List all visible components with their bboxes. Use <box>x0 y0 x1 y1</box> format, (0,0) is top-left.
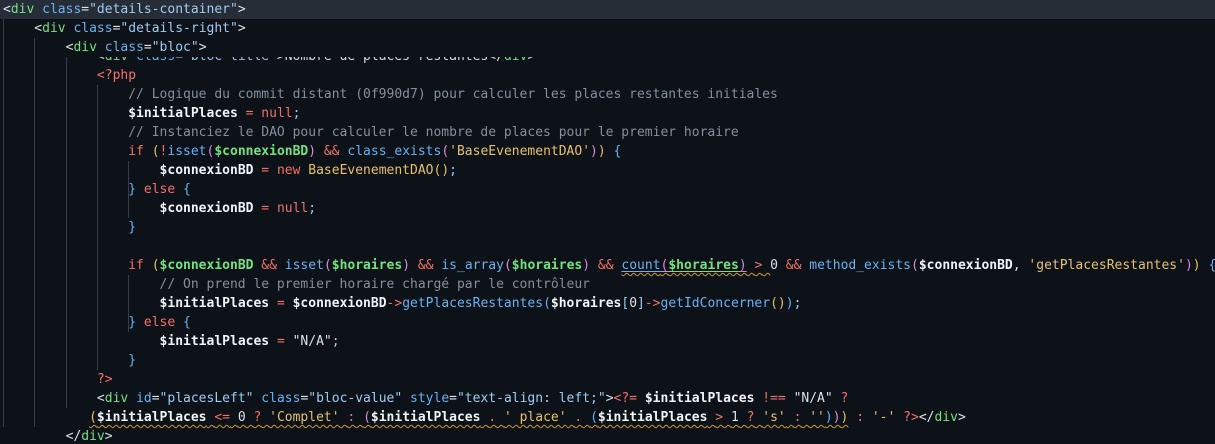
code-line: $initialPlaces = $connexionBD->getPlaces… <box>159 296 802 311</box>
code-line: $connexionBD = new BaseEvenementDAO(); <box>159 163 457 178</box>
code-line: if (!isset($connexionBD) && class_exists… <box>128 144 622 159</box>
code-line: } <box>128 353 137 368</box>
code-line: } else { <box>128 182 191 197</box>
code-line: </div> <box>3 429 113 444</box>
code-line: $initialPlaces = null; <box>128 106 301 121</box>
code-editor[interactable]: <div class="details-container"> <div cla… <box>0 0 1215 444</box>
code-line: // On prend le premier horaire chargé pa… <box>3 277 590 292</box>
code-line: if ($connexionBD && isset($horaires) && … <box>128 258 1215 273</box>
code-line: <div class="details-container"> <box>0 0 1215 19</box>
code-line: <div class="details-right"> <box>3 21 246 36</box>
code-line: } else { <box>128 315 191 330</box>
code-line: $connexionBD = null; <box>159 201 317 216</box>
code-line: <div class="bloc-title">Nombre de places… <box>0 57 1215 66</box>
code-line: <div id="placesLeft" class="bloc-value" … <box>3 391 849 406</box>
code-line: // Logique du commit distant (0f990d7) p… <box>3 87 778 102</box>
code-line: $initialPlaces = "N/A"; <box>159 334 340 349</box>
code-line: ($initialPlaces <= 0 ? 'Complet' : ($ini… <box>89 410 966 425</box>
code-area: <div class="details-container"> <div cla… <box>0 0 1215 444</box>
code-line: ?> <box>96 372 113 387</box>
code-line: <?php <box>96 68 137 83</box>
code-line: // Instanciez le DAO pour calculer le no… <box>3 125 739 140</box>
code-line: } <box>128 220 137 235</box>
code-line: <div class="bloc"> <box>3 40 207 55</box>
